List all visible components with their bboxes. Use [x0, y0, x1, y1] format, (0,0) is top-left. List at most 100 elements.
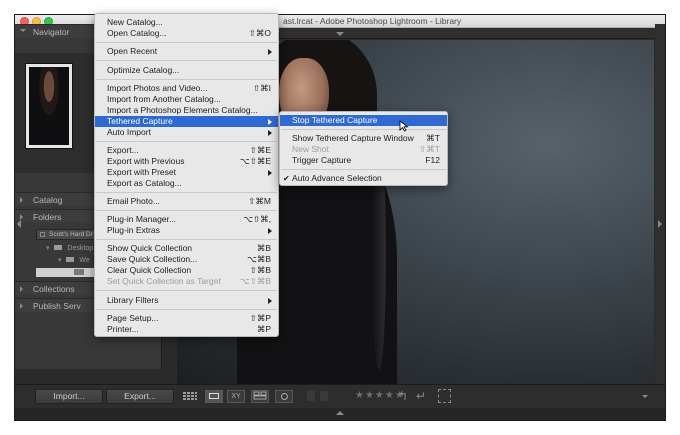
menu-item-export[interactable]: Export... ⇧⌘E — [95, 145, 278, 156]
menu-item-auto-advance-selection[interactable]: ✔ Auto Advance Selection — [280, 173, 447, 184]
menu-item-label: Auto Import — [107, 127, 151, 137]
menu-item-label: New Shot — [292, 144, 329, 154]
loupe-rect-icon — [209, 393, 219, 399]
menu-item-show-quick-collection[interactable]: Show Quick Collection ⌘B — [95, 243, 278, 254]
menu-item-label: Show Tethered Capture Window — [292, 133, 414, 143]
menu-separator — [96, 290, 277, 291]
menu-item-import-photos[interactable]: Import Photos and Video... ⇧⌘I — [95, 83, 278, 94]
navigator-thumbnail[interactable] — [25, 63, 73, 149]
folders-label: Folders — [33, 212, 62, 222]
folder-row[interactable]: ▾ Desktop — [46, 244, 93, 254]
menu-item-open-catalog[interactable]: Open Catalog... ⇧⌘O — [95, 28, 278, 39]
compare-view-icon[interactable]: XY — [227, 390, 245, 403]
menu-item-shortcut: ⇧⌘B — [249, 265, 271, 275]
menu-item-label: Export as Catalog... — [107, 178, 182, 188]
menu-separator — [281, 129, 446, 130]
menu-item-shortcut: ⇧⌘T — [419, 144, 440, 154]
left-panel-toggle-icon[interactable] — [17, 220, 21, 228]
disclosure-triangle-icon — [20, 197, 23, 203]
chevron-down-icon: ▾ — [46, 245, 50, 252]
chevron-up-icon[interactable] — [336, 411, 344, 415]
menu-item-label: Open Catalog... — [107, 28, 167, 38]
menu-item-new-catalog[interactable]: New Catalog... — [95, 17, 278, 28]
menu-separator — [96, 239, 277, 240]
file-menu: New Catalog... Open Catalog... ⇧⌘O Open R… — [94, 13, 279, 337]
menu-item-shortcut: ⌥⌘B — [247, 254, 271, 264]
menu-item-label: Plug-in Manager... — [107, 214, 176, 224]
import-button[interactable]: Import... — [35, 389, 103, 404]
menu-item-export-with-preset[interactable]: Export with Preset — [95, 167, 278, 178]
portrait-thumbnail-image — [29, 67, 69, 145]
menu-item-label: Set Quick Collection as Target — [107, 276, 221, 286]
submenu-arrow-icon — [268, 228, 272, 234]
menu-item-shortcut: ⌥⇧⌘E — [239, 156, 271, 166]
menu-separator — [96, 210, 277, 211]
menu-item-stop-tethered-capture[interactable]: Stop Tethered Capture — [280, 115, 447, 126]
filmstrip-toggle-strip[interactable] — [15, 408, 665, 420]
rotate-right-icon[interactable]: ↵ — [416, 389, 426, 403]
menu-item-label: Page Setup... — [107, 313, 159, 323]
menu-item-trigger-capture[interactable]: Trigger Capture F12 — [280, 155, 447, 166]
menu-item-printer[interactable]: Printer... ⌘P — [95, 324, 278, 335]
menu-item-show-tethered-window[interactable]: Show Tethered Capture Window ⌘T — [280, 133, 447, 144]
folder-row[interactable]: ▾ We — [58, 256, 90, 266]
toolbar-options-chevron-icon[interactable] — [642, 395, 648, 398]
flag-icon[interactable] — [307, 391, 315, 401]
menu-item-shortcut: ⇧⌘I — [253, 83, 271, 93]
menu-item-shortcut: ⌘P — [256, 324, 271, 334]
loupe-view-icon[interactable] — [205, 390, 223, 403]
menu-item-set-quick-collection-target[interactable]: Set Quick Collection as Target ⌥⇧⌘B — [95, 276, 278, 287]
menu-item-email-photo[interactable]: Email Photo... ⇧⌘M — [95, 196, 278, 207]
submenu-arrow-icon — [268, 49, 272, 55]
window-title: ast.lrcat - Adobe Photoshop Lightroom - … — [283, 16, 462, 26]
menu-separator — [96, 79, 277, 80]
menu-item-save-quick-collection[interactable]: Save Quick Collection... ⌥⌘B — [95, 254, 278, 265]
menu-item-page-setup[interactable]: Page Setup... ⇧⌘P — [95, 313, 278, 324]
chevron-down-icon[interactable] — [336, 32, 344, 36]
people-view-icon[interactable] — [275, 390, 293, 403]
menu-item-shortcut: ⌥⇧⌘B — [239, 276, 271, 286]
menu-item-optimize-catalog[interactable]: Optimize Catalog... — [95, 65, 278, 76]
menu-item-label: Import Photos and Video... — [107, 83, 208, 93]
face-circle-icon — [280, 393, 288, 400]
right-panel-toggle-icon[interactable] — [658, 220, 662, 228]
submenu-arrow-icon — [268, 130, 272, 136]
menu-item-library-filters[interactable]: Library Filters — [95, 295, 278, 306]
menu-item-label: Save Quick Collection... — [107, 254, 198, 264]
rotate-left-icon[interactable]: ↰ — [398, 389, 408, 403]
menu-item-label: Library Filters — [107, 295, 159, 305]
volume-name: Scott's Hard Dr — [49, 231, 93, 238]
folder-name: Desktop — [67, 245, 94, 252]
crop-overlay-icon[interactable] — [438, 389, 451, 403]
export-button[interactable]: Export... — [106, 389, 174, 404]
menu-item-export-with-previous[interactable]: Export with Previous ⌥⇧⌘E — [95, 156, 278, 167]
catalog-label: Catalog — [33, 195, 63, 205]
menu-item-shortcut: ⇧⌘M — [248, 196, 271, 206]
menu-item-shortcut: ⌘B — [256, 243, 271, 253]
menu-item-plugin-extras[interactable]: Plug-in Extras — [95, 225, 278, 236]
right-panel-toggle-strip[interactable] — [655, 24, 665, 384]
menu-item-import-elements-catalog[interactable]: Import a Photoshop Elements Catalog... — [95, 105, 278, 116]
menu-item-label: Auto Advance Selection — [292, 173, 382, 183]
menu-item-label: Clear Quick Collection — [107, 265, 192, 275]
menu-item-plugin-manager[interactable]: Plug-in Manager... ⌥⇧⌘, — [95, 214, 278, 225]
grid-view-icon[interactable] — [181, 390, 199, 403]
menu-item-shortcut: ⇧⌘P — [249, 313, 271, 323]
reject-flag-icon[interactable] — [320, 391, 328, 401]
menu-item-tethered-capture[interactable]: Tethered Capture — [95, 116, 278, 127]
menu-item-new-shot[interactable]: New Shot ⇧⌘T — [280, 144, 447, 155]
menu-item-open-recent[interactable]: Open Recent — [95, 46, 278, 57]
menu-item-import-from-catalog[interactable]: Import from Another Catalog... — [95, 94, 278, 105]
menu-item-label: Tethered Capture — [107, 116, 173, 126]
selected-folder-row[interactable] — [36, 268, 98, 277]
menu-item-shortcut: ⌥⇧⌘, — [243, 214, 271, 224]
menu-item-export-as-catalog[interactable]: Export as Catalog... — [95, 178, 278, 189]
menu-item-label: Stop Tethered Capture — [292, 115, 378, 125]
menu-item-label: Export with Preset — [107, 167, 176, 177]
menu-item-label: Export with Previous — [107, 156, 185, 166]
menu-item-auto-import[interactable]: Auto Import — [95, 127, 278, 138]
menu-item-shortcut: ⇧⌘E — [249, 145, 271, 155]
menu-item-clear-quick-collection[interactable]: Clear Quick Collection ⇧⌘B — [95, 265, 278, 276]
navigator-label: Navigator — [33, 27, 70, 37]
survey-view-icon[interactable] — [251, 390, 269, 403]
